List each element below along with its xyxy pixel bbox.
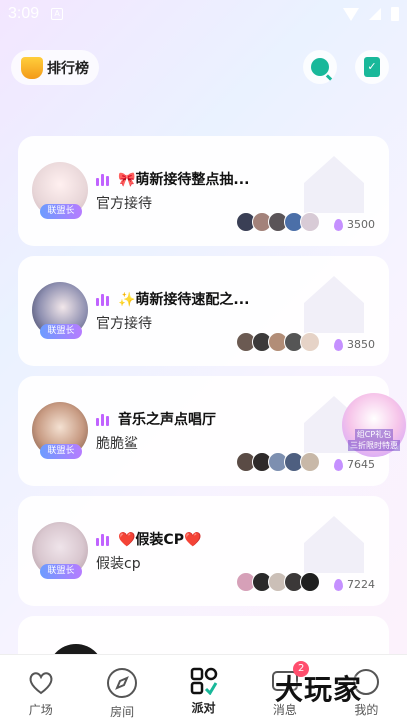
status-bar: 3:09 A <box>0 0 407 28</box>
heat-value: 3500 <box>347 218 375 231</box>
checklist-icon: ✓ <box>364 57 380 77</box>
member-avatars <box>236 572 320 592</box>
voice-activity-icon <box>96 534 109 546</box>
status-icons <box>343 7 399 21</box>
tab-plaza[interactable]: 广场 <box>0 655 81 725</box>
signal-icon <box>369 8 381 20</box>
room-card[interactable]: 联盟长 🎀萌新接待整点抽... 官方接待 3500 <box>18 136 389 246</box>
alliance-badge: 联盟长 <box>40 444 82 459</box>
room-host-name: 官方接待 <box>96 316 152 332</box>
task-button[interactable]: ✓ <box>355 50 389 84</box>
compass-icon <box>107 668 138 698</box>
tab-label: 广场 <box>28 703 53 717</box>
host-avatar[interactable]: 联盟长 <box>32 162 88 219</box>
room-host-name: 脆脆鲨 <box>96 436 138 452</box>
heart-icon <box>29 672 53 695</box>
voice-activity-icon <box>96 294 109 306</box>
status-time: 3:09 <box>8 5 40 22</box>
room-title: ❤️假装CP❤️ <box>118 532 202 548</box>
tab-party[interactable]: 派对 <box>163 655 244 725</box>
ranking-label: 排行榜 <box>47 60 89 77</box>
cp-gift-promo[interactable]: 组CP礼包 三折限时特惠 <box>342 393 406 457</box>
tab-label: 派对 <box>191 701 216 715</box>
house-watermark-icon <box>304 276 364 333</box>
search-icon <box>311 58 329 76</box>
notification-icon: A <box>51 8 64 20</box>
room-heat: 7224 <box>334 578 375 591</box>
room-title: 🎀萌新接待整点抽... <box>118 172 250 188</box>
wifi-icon <box>343 7 359 21</box>
room-title: 音乐之声点唱厅 <box>118 412 216 428</box>
alliance-badge: 联盟长 <box>40 324 82 339</box>
room-card[interactable]: 联盟长 音乐之声点唱厅 脆脆鲨 7645 <box>18 376 389 486</box>
house-watermark-icon <box>304 516 364 573</box>
tab-rooms[interactable]: 房间 <box>81 655 162 725</box>
room-host-name: 假装cp <box>96 556 141 572</box>
heat-value: 3850 <box>347 338 375 351</box>
alliance-badge: 联盟长 <box>40 564 82 579</box>
heat-icon <box>334 578 343 591</box>
host-avatar[interactable]: 联盟长 <box>32 522 88 579</box>
room-title: ✨萌新接待速配之... <box>118 292 250 308</box>
alliance-badge: 联盟长 <box>40 204 82 219</box>
party-grid-icon <box>190 667 217 695</box>
ranking-button[interactable]: 排行榜 <box>11 50 99 85</box>
heat-icon <box>334 218 343 231</box>
promo-line-2: 三折限时特惠 <box>348 440 400 451</box>
site-watermark: 大玩家 <box>275 673 363 706</box>
battery-icon <box>391 7 399 21</box>
room-heat: 7645 <box>334 458 375 471</box>
heat-value: 7224 <box>347 578 375 591</box>
room-card[interactable]: 联盟长 ✨萌新接待速配之... 官方接待 3850 <box>18 256 389 366</box>
heat-icon <box>334 338 343 351</box>
room-heat: 3500 <box>334 218 375 231</box>
member-avatars <box>236 212 320 232</box>
room-card[interactable]: 联盟长 ❤️假装CP❤️ 假装cp 7224 <box>18 496 389 606</box>
member-avatars <box>236 452 320 472</box>
room-heat: 3850 <box>334 338 375 351</box>
voice-activity-icon <box>96 174 109 186</box>
voice-activity-icon <box>96 414 109 426</box>
member-avatars <box>236 332 320 352</box>
promo-line-1: 组CP礼包 <box>354 429 394 440</box>
search-button[interactable] <box>303 50 337 84</box>
host-avatar[interactable]: 联盟长 <box>32 402 88 459</box>
house-watermark-icon <box>304 156 364 213</box>
host-avatar[interactable]: 联盟长 <box>32 282 88 339</box>
trophy-icon <box>21 56 43 79</box>
room-host-name: 官方接待 <box>96 196 152 212</box>
heat-value: 7645 <box>347 458 375 471</box>
tab-label: 房间 <box>110 705 135 719</box>
heat-icon <box>334 458 343 471</box>
